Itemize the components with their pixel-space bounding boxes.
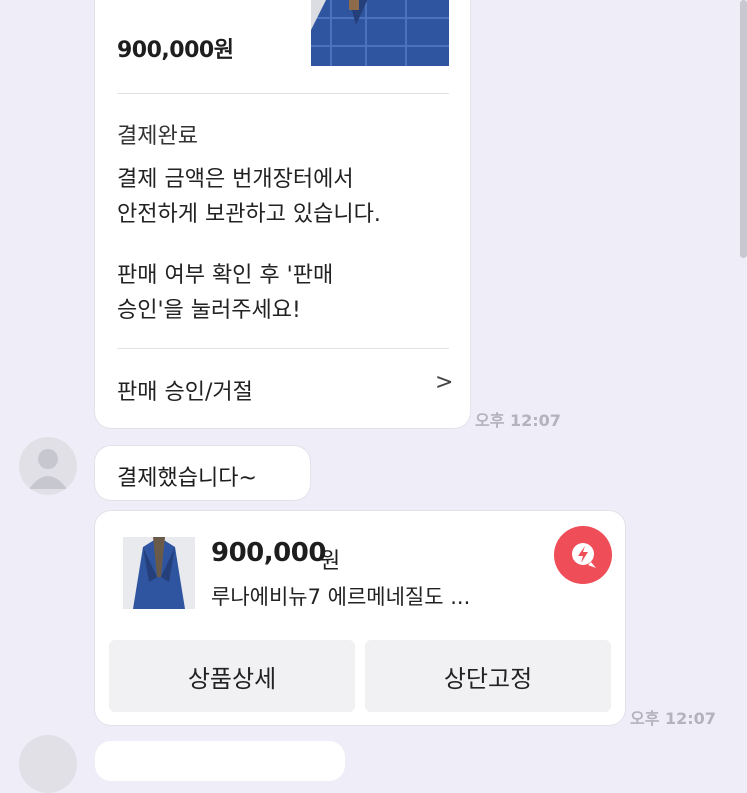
bunjang-lightning-icon[interactable] [554, 526, 612, 584]
divider [117, 93, 449, 94]
message-line: 판매 여부 확인 후 '판매 [117, 263, 334, 288]
product-card: 900,000 원 루나에비뉴7 에르메네질도 ... 상품상세 상단고정 [95, 511, 625, 725]
divider [117, 348, 449, 349]
product-thumbnail[interactable] [311, 0, 449, 66]
payment-status: 결제완료 [117, 124, 198, 149]
user-avatar-icon[interactable] [19, 437, 77, 495]
approve-reject-link[interactable]: 판매 승인/거절 [117, 374, 253, 406]
currency-label: 원 [320, 549, 341, 574]
chat-message-bubble [95, 741, 345, 781]
message-line: 결제 금액은 번개장터에서 [117, 167, 354, 192]
chevron-right-icon[interactable]: > [435, 370, 453, 395]
chat-message-bubble: 결제했습니다~ [95, 446, 310, 500]
chat-message-text: 결제했습니다~ [117, 466, 257, 491]
payment-message-1: 결제 금액은 번개장터에서 안전하게 보관하고 있습니다. [117, 162, 381, 232]
message-timestamp: 오후 12:07 [475, 411, 561, 430]
product-price: 900,000 [211, 538, 326, 568]
payment-price: 900,000원 [117, 38, 234, 63]
payment-message-2: 판매 여부 확인 후 '판매 승인'을 눌러주세요! [117, 258, 333, 328]
scrollbar[interactable] [740, 0, 747, 258]
payment-status-card: 900,000원 결제완료 결제 금액은 번개장터에서 안전하게 보관하고 있습… [95, 0, 470, 428]
message-timestamp: 오후 12:07 [630, 709, 716, 728]
product-image[interactable] [123, 537, 195, 609]
message-line: 승인'을 눌러주세요! [117, 298, 301, 323]
product-detail-button[interactable]: 상품상세 [109, 640, 355, 712]
pin-to-top-button[interactable]: 상단고정 [365, 640, 611, 712]
user-avatar-icon[interactable] [19, 735, 77, 793]
message-line: 안전하게 보관하고 있습니다. [117, 202, 381, 227]
product-title: 루나에비뉴7 에르메네질도 ... [211, 585, 471, 609]
